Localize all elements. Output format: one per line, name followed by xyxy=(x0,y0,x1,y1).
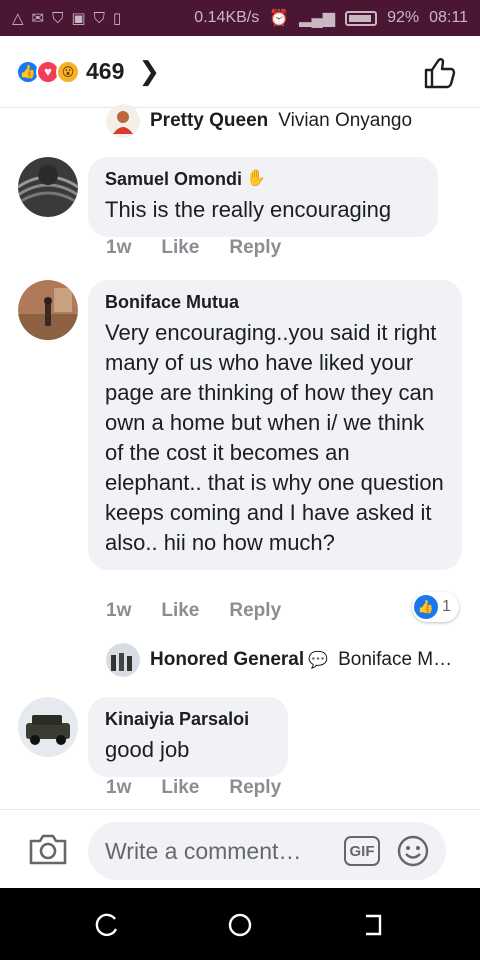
avatar[interactable] xyxy=(18,697,78,757)
comment-reaction-count: 1 xyxy=(442,598,451,615)
reactions-summary[interactable]: 👍 ♥ 😮 469 ❯ xyxy=(0,36,480,108)
reply-arrow-icon: 💬 xyxy=(308,652,329,669)
like-button[interactable]: Like xyxy=(161,600,199,622)
avatar xyxy=(106,104,140,138)
comment-reactions[interactable]: 👍 1 xyxy=(412,592,459,622)
home-icon[interactable] xyxy=(227,912,253,938)
battery-icon xyxy=(345,10,378,26)
reply-snippet: Boniface M… xyxy=(338,649,453,670)
comment-text: This is the really encouraging xyxy=(105,197,392,222)
reply-preview[interactable]: Pretty Queen Vivian Onyango xyxy=(106,104,412,138)
status-bar: △ ✉ ⛉ ▣ ⛉ ▯ 0.14KB/s ⏰ ▂▄▆ 92% 08:11 xyxy=(0,0,480,36)
reply-author[interactable]: Pretty Queen xyxy=(150,110,268,132)
comment-input[interactable] xyxy=(105,837,325,865)
reply-button[interactable]: Reply xyxy=(229,600,281,622)
comments-sheet: 👍 ♥ 😮 469 ❯ Pretty Queen Vivian Onyango … xyxy=(0,36,480,888)
mail-icon: ✉ xyxy=(31,10,45,27)
back-icon[interactable] xyxy=(360,912,386,938)
shield-icon: ⛉ xyxy=(52,9,64,27)
alarm-icon: ⏰ xyxy=(269,10,290,27)
comment-author[interactable]: Samuel Omondi xyxy=(105,167,242,191)
comment-time: 1w xyxy=(106,600,132,621)
reply-preview[interactable]: Honored General 💬 Boniface M… xyxy=(106,643,452,677)
thumbs-up-icon[interactable] xyxy=(422,55,458,91)
comment-actions: 1w Like Reply xyxy=(106,237,281,259)
camera-icon[interactable] xyxy=(28,832,68,866)
signal-icon: ▂▄▆ xyxy=(299,10,336,27)
comment-author[interactable]: Kinaiyia Parsaloi xyxy=(105,707,249,731)
comment-text: Very encouraging..you said it right many… xyxy=(105,320,444,555)
reply-author[interactable]: Honored General xyxy=(150,649,304,671)
reply-button[interactable]: Reply xyxy=(229,777,281,799)
network-speed: 0.14KB/s xyxy=(194,9,260,26)
comment-time: 1w xyxy=(106,237,132,258)
recent-apps-icon[interactable] xyxy=(94,912,120,938)
chevron-right-icon[interactable]: ❯ xyxy=(138,56,160,87)
shield-icon: ⛉ xyxy=(93,9,105,27)
comment-composer: GIF xyxy=(0,809,480,888)
gif-button[interactable]: GIF xyxy=(344,836,380,866)
wow-reaction-icon: 😮 xyxy=(56,59,80,84)
comment-bubble[interactable]: Boniface Mutua Very encouraging..you sai… xyxy=(88,280,462,570)
comment-input-wrapper[interactable]: GIF xyxy=(88,822,446,880)
like-button[interactable]: Like xyxy=(161,237,199,259)
comment-bubble[interactable]: Kinaiyia Parsaloi good job xyxy=(88,697,288,777)
avatar[interactable] xyxy=(18,280,78,340)
reply-snippet: Vivian Onyango xyxy=(278,110,413,131)
reply-button[interactable]: Reply xyxy=(229,237,281,259)
system-nav-bar xyxy=(0,888,480,960)
warning-icon: △ xyxy=(12,10,24,27)
comment-actions: 1w Like Reply xyxy=(106,777,281,799)
screen-icon: ▣ xyxy=(71,10,86,27)
phone-icon: ▯ xyxy=(112,10,122,27)
waving-hand-icon: ✋ xyxy=(246,170,266,187)
reaction-count: 469 xyxy=(86,58,125,84)
avatar xyxy=(106,643,140,677)
like-reaction-icon: 👍 xyxy=(414,595,438,619)
comment-author[interactable]: Boniface Mutua xyxy=(105,290,239,314)
avatar[interactable] xyxy=(18,157,78,217)
emoji-icon[interactable] xyxy=(396,834,430,868)
notification-icons: △ ✉ ⛉ ▣ ⛉ ▯ xyxy=(12,9,122,28)
comment-bubble[interactable]: Samuel Omondi ✋ This is the really encou… xyxy=(88,157,438,237)
comment-time: 1w xyxy=(106,777,132,798)
comment-text: good job xyxy=(105,737,190,762)
comment-actions: 1w Like Reply xyxy=(106,600,281,622)
battery-percent: 92% xyxy=(387,9,420,26)
clock: 08:11 xyxy=(429,9,468,26)
like-button[interactable]: Like xyxy=(161,777,199,799)
